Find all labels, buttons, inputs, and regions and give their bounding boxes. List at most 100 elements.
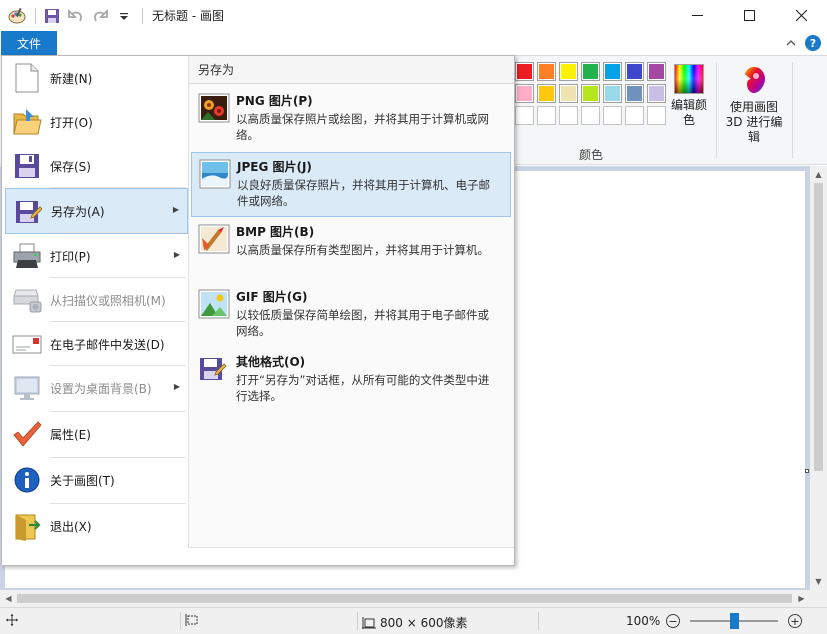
selection-size-icon [185,614,198,626]
menu-item-save-as[interactable]: 另存为(A) ▶ [5,188,188,234]
bmp-image-icon [198,224,230,256]
color-swatch-fill [605,86,620,101]
file-tab[interactable]: 文件 [1,31,57,55]
menu-item-set-desktop[interactable]: 设置为桌面背景(B) ▶ [5,366,188,410]
vertical-scroll-thumb[interactable] [814,183,823,471]
color-swatch-fill [517,86,532,101]
color-swatch-fill [583,86,598,101]
save-as-gif[interactable]: GIF 图片(G) 以较低质量保存简单绘图，并将其用于电子邮件或网络。 [191,283,511,348]
email-icon [11,328,43,360]
menu-item-label: 从扫描仪或照相机(M) [50,293,166,308]
color-swatch[interactable] [647,106,666,125]
help-icon[interactable]: ? [805,35,821,51]
color-swatch[interactable] [581,84,600,103]
color-swatch[interactable] [537,106,556,125]
color-swatch[interactable] [537,84,556,103]
menu-item-email[interactable]: 在电子邮件中发送(D) [5,322,188,366]
save-as-jpeg[interactable]: JPEG 图片(J) 以良好质量保存照片，并将其用于计算机、电子邮件或网络。 [191,152,511,217]
menu-divider [50,503,186,504]
color-swatch[interactable] [559,106,578,125]
menu-divider [50,365,186,366]
canvas-size: 800 × 600像素 [362,614,468,631]
color-swatch[interactable] [603,106,622,125]
status-divider [180,612,181,630]
close-icon [795,10,807,21]
redo-icon[interactable] [89,5,111,27]
color-swatch[interactable] [559,62,578,81]
toolbar-divider [142,7,143,24]
zoom-in-button[interactable]: + [788,614,802,628]
paint3d-button[interactable]: 使用画图 3D 进行编辑 [720,64,788,145]
color-swatch[interactable] [581,62,600,81]
minimize-button[interactable] [671,0,723,31]
color-swatch-fill [561,86,576,101]
submenu-item-title: GIF 图片(G) [236,290,308,304]
customize-toolbar-icon[interactable] [113,5,135,27]
color-swatch[interactable] [603,62,622,81]
menu-item-open[interactable]: 打开(O) [5,100,188,144]
paint3d-icon [738,64,770,96]
color-swatch[interactable] [625,106,644,125]
save-as-other-formats[interactable]: 其他格式(O) 打开“另存为”对话框，从所有可能的文件类型中进行选择。 [191,348,511,413]
color-swatch[interactable] [581,106,600,125]
color-swatch-fill [539,86,554,101]
menu-item-label: 打印(P) [50,249,91,264]
color-swatch-fill [517,64,532,79]
submenu-header: 另存为 [189,56,514,84]
submenu-item-description: 以良好质量保存照片，并将其用于计算机、电子邮件或网络。 [237,178,490,208]
color-swatch[interactable] [647,62,666,81]
color-swatch[interactable] [515,84,534,103]
scroll-left-icon[interactable]: ◀ [0,590,17,607]
menu-item-about[interactable]: 关于画图(T) [5,458,188,502]
exit-icon [11,510,43,542]
save-as-png[interactable]: PNG 图片(P) 以高质量保存照片或绘图，并将其用于计算机或网络。 [191,87,511,152]
paint-app-icon[interactable] [6,5,28,27]
menu-item-label: 属性(E) [50,427,91,442]
ribbon-tab-strip: 文件 ? [0,31,827,56]
menu-item-save[interactable]: 保存(S) [5,144,188,188]
printer-icon [11,240,43,272]
submenu-item-description: 以较低质量保存简单绘图，并将其用于电子邮件或网络。 [236,308,489,338]
title-bar: 无标题 - 画图 [0,0,827,31]
color-swatch[interactable] [515,62,534,81]
maximize-button[interactable] [723,0,775,31]
menu-divider [50,232,186,233]
color-swatch-fill [627,64,642,79]
menu-item-exit[interactable]: 退出(X) [5,504,188,548]
submenu-arrow-icon: ▶ [172,205,179,214]
desktop-icon [11,372,43,404]
horizontal-scroll-thumb[interactable] [17,594,792,603]
edit-colors-button[interactable]: 编辑颜色 [670,64,708,128]
menu-item-print[interactable]: 打印(P) ▶ [5,234,188,278]
scroll-up-icon[interactable]: ▲ [810,166,827,183]
gif-image-icon [198,289,230,321]
color-palette [515,62,669,128]
maximize-icon [743,10,755,21]
color-swatch[interactable] [515,106,534,125]
color-swatch[interactable] [647,84,666,103]
horizontal-scrollbar[interactable]: ◀ ▶ [0,590,810,607]
menu-item-label: 关于画图(T) [50,473,115,488]
canvas-resize-handle[interactable] [805,469,809,473]
color-swatch[interactable] [625,62,644,81]
scroll-down-icon[interactable]: ▼ [810,573,827,590]
menu-item-properties[interactable]: 属性(E) [5,412,188,456]
zoom-slider-thumb[interactable] [729,613,739,629]
undo-icon[interactable] [65,5,87,27]
close-button[interactable] [775,0,827,31]
collapse-ribbon-icon[interactable] [783,35,799,51]
color-swatch[interactable] [559,84,578,103]
zoom-out-button[interactable]: − [666,614,680,628]
save-icon[interactable] [41,5,63,27]
color-swatch[interactable] [603,84,622,103]
menu-item-scanner[interactable]: 从扫描仪或照相机(M) [5,278,188,322]
color-swatch[interactable] [537,62,556,81]
color-swatch[interactable] [625,84,644,103]
save-as-bmp[interactable]: BMP 图片(B) 以高质量保存所有类型图片，并将其用于计算机。 [191,218,511,283]
menu-item-new[interactable]: 新建(N) [5,56,188,100]
ribbon-divider [792,62,793,158]
vertical-scrollbar[interactable]: ▲ ▼ [810,166,827,590]
color-swatch-fill [561,64,576,79]
other-formats-icon [198,354,230,386]
scroll-right-icon[interactable]: ▶ [793,590,810,607]
